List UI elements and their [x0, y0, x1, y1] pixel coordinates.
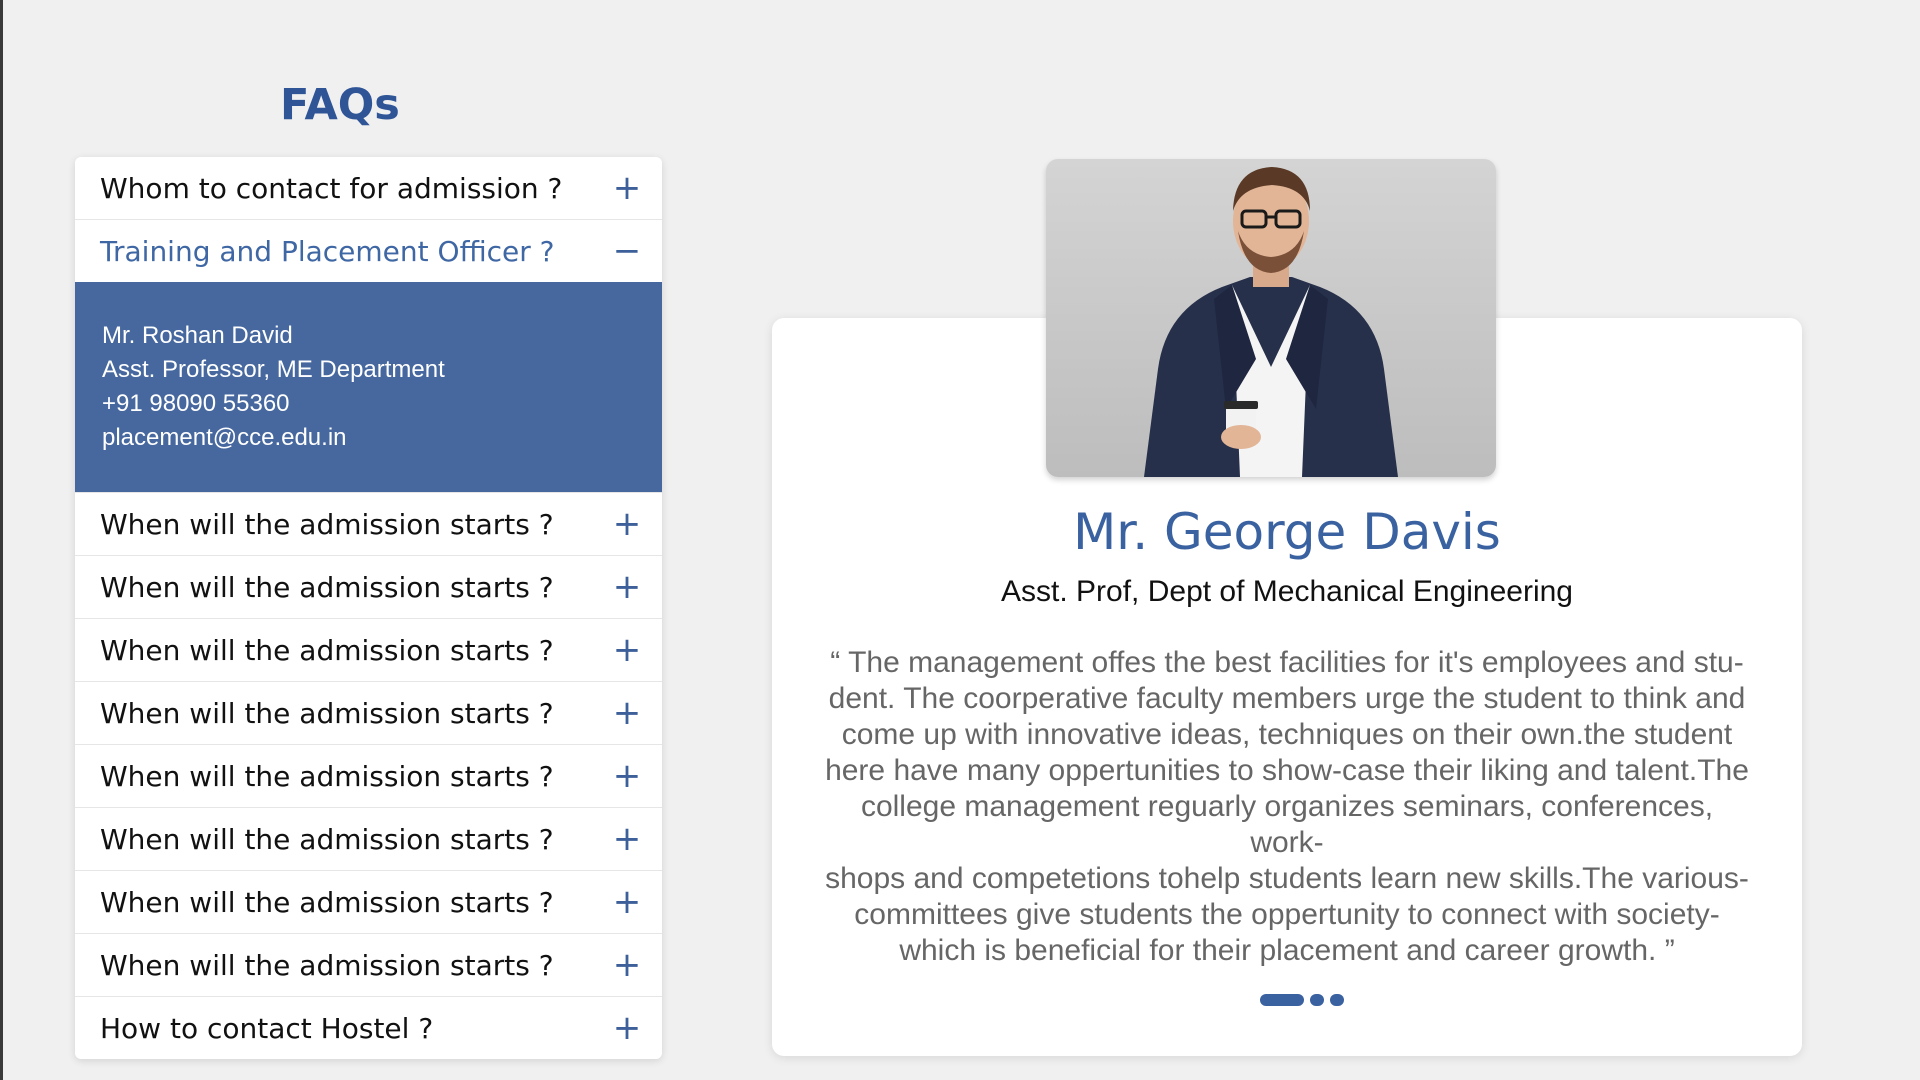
faq-question-row[interactable]: How to contact Hostel ? +	[75, 997, 662, 1059]
expand-icon[interactable]: +	[612, 696, 642, 730]
faq-question-row[interactable]: Whom to contact for admission ? +	[75, 157, 662, 219]
faq-question-text: When will the admission starts ?	[100, 885, 554, 919]
faq-item: When will the admission starts ? +	[75, 745, 662, 808]
expand-icon[interactable]: +	[612, 171, 642, 205]
faq-question-row[interactable]: When will the admission starts ? +	[75, 619, 662, 681]
expand-icon[interactable]: +	[612, 570, 642, 604]
faq-question-text: Training and Placement Officer ?	[100, 234, 555, 268]
faq-accordion: Whom to contact for admission ? + Training…	[75, 157, 662, 1059]
testimonial-photo	[1046, 159, 1496, 477]
expand-icon[interactable]: +	[612, 1011, 642, 1045]
person-photo-icon	[1144, 167, 1398, 477]
faq-question-row[interactable]: When will the admission starts ? +	[75, 871, 662, 933]
faq-question-text: When will the admission starts ?	[100, 696, 554, 730]
faq-item: When will the admission starts ? +	[75, 808, 662, 871]
faq-item: When will the admission starts ? +	[75, 871, 662, 934]
quote-line: come up with innovative ideas, technique…	[841, 718, 1733, 751]
faq-question-text: When will the admission starts ?	[100, 759, 554, 793]
expand-icon[interactable]: +	[612, 948, 642, 982]
faq-question-row[interactable]: When will the admission starts ? +	[75, 682, 662, 744]
faq-answer-line: +91 98090 55360	[102, 390, 290, 417]
faq-question-row[interactable]: When will the admission starts ? +	[75, 808, 662, 870]
faq-question-text: When will the admission starts ?	[100, 822, 554, 856]
faq-item: Whom to contact for admission ? +	[75, 157, 662, 220]
faq-question-row[interactable]: When will the admission starts ? +	[75, 934, 662, 996]
faq-question-row[interactable]: Training and Placement Officer ? −	[75, 220, 662, 282]
faq-item: Training and Placement Officer ? − Mr. Ros…	[75, 220, 662, 493]
faq-item: When will the admission starts ? +	[75, 556, 662, 619]
quote-line: “ The management offes the best faciliti…	[830, 646, 1744, 679]
faq-title: FAQs	[280, 80, 400, 130]
expand-icon[interactable]: +	[612, 885, 642, 919]
expand-icon[interactable]: +	[612, 507, 642, 541]
faq-item: When will the admission starts ? +	[75, 682, 662, 745]
faq-item: How to contact Hostel ? +	[75, 997, 662, 1059]
faq-item: When will the admission starts ? +	[75, 619, 662, 682]
window-edge	[0, 0, 3, 1080]
collapse-icon[interactable]: −	[612, 234, 642, 268]
quote-line: shops and competetions tohelp students l…	[825, 862, 1749, 895]
carousel-dot[interactable]	[1260, 994, 1304, 1006]
carousel-dot[interactable]	[1330, 994, 1344, 1006]
quote-line: which is beneficial for their placement …	[899, 934, 1675, 967]
quote-line: committees give students the oppertunity…	[854, 898, 1720, 931]
faq-item: When will the admission starts ? +	[75, 934, 662, 997]
faq-question-row[interactable]: When will the admission starts ? +	[75, 556, 662, 618]
faq-answer-line: Asst. Professor, ME Department	[102, 356, 445, 383]
faq-question-text: When will the admission starts ?	[100, 570, 554, 604]
expand-icon[interactable]: +	[612, 759, 642, 793]
faq-question-text: Whom to contact for admission ?	[100, 171, 563, 205]
faq-question-row[interactable]: When will the admission starts ? +	[75, 493, 662, 555]
faq-answer-line: placement@cce.edu.in	[102, 424, 347, 451]
quote-line: college management reguarly organizes se…	[860, 790, 1714, 859]
testimonial-name: Mr. George Davis	[1073, 503, 1501, 561]
testimonial-role: Asst. Prof, Dept of Mechanical Engineeri…	[1001, 575, 1573, 608]
expand-icon[interactable]: +	[612, 633, 642, 667]
expand-icon[interactable]: +	[612, 822, 642, 856]
carousel-pagination	[1260, 994, 1344, 1006]
faq-question-text: When will the admission starts ?	[100, 633, 554, 667]
faq-answer-panel: Mr. Roshan David Asst. Professor, ME Depa…	[75, 282, 662, 492]
carousel-dot[interactable]	[1310, 994, 1324, 1006]
quote-line: here have many oppertunities to show-cas…	[825, 754, 1749, 787]
faq-item: When will the admission starts ? +	[75, 493, 662, 556]
faq-answer-line: Mr. Roshan David	[102, 322, 293, 349]
quote-line: dent. The coorperative faculty members u…	[828, 682, 1746, 715]
faq-question-text: How to contact Hostel ?	[100, 1011, 434, 1045]
faq-question-text: When will the admission starts ?	[100, 948, 554, 982]
faq-question-row[interactable]: When will the admission starts ? +	[75, 745, 662, 807]
faq-question-text: When will the admission starts ?	[100, 507, 554, 541]
testimonial-quote: “ The management offes the best faciliti…	[822, 645, 1752, 969]
